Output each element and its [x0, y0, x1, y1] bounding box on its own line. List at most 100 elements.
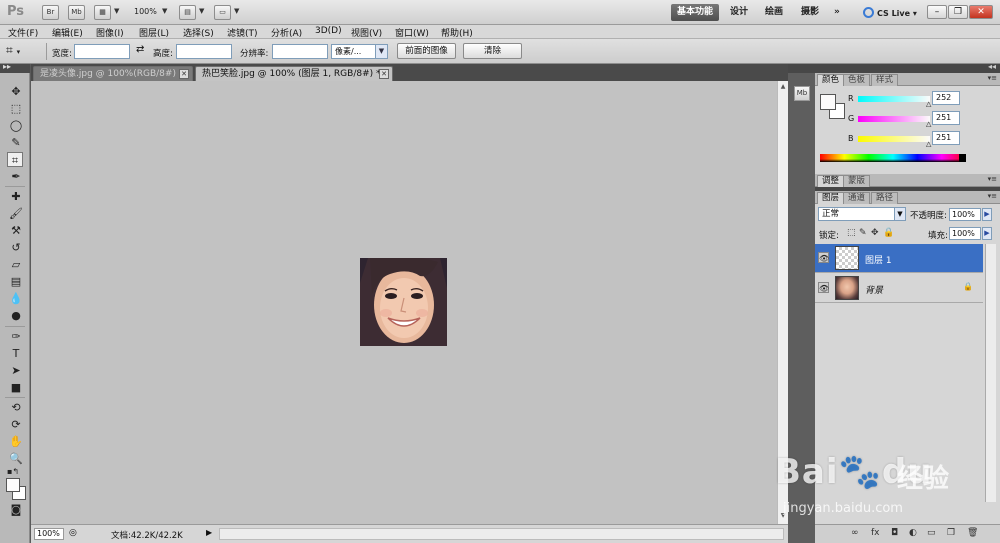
- dodge-tool-icon[interactable]: ●: [8, 308, 24, 323]
- dock-grip[interactable]: [788, 64, 815, 73]
- blue-value-input[interactable]: 251: [932, 131, 960, 145]
- red-value-input[interactable]: 252: [932, 91, 960, 105]
- zoom-level[interactable]: 100%: [134, 7, 157, 16]
- screen-mode-button[interactable]: ▭: [214, 5, 231, 20]
- slider-thumb-icon[interactable]: △: [926, 100, 931, 108]
- add-mask-icon[interactable]: ◘: [891, 528, 898, 538]
- brush-tool-icon[interactable]: 🖌: [8, 206, 24, 221]
- menu-image[interactable]: 图像(I): [96, 26, 124, 39]
- panel-menu-icon[interactable]: ▾≡: [988, 192, 997, 200]
- workspace-design[interactable]: 设计: [724, 4, 754, 21]
- opacity-slider-icon[interactable]: ▶: [982, 208, 992, 221]
- move-tool-icon[interactable]: ✥: [8, 84, 24, 99]
- height-input[interactable]: [176, 44, 232, 59]
- front-image-button[interactable]: 前面的图像: [397, 43, 456, 59]
- path-select-tool-icon[interactable]: ➤: [8, 363, 24, 378]
- tool-preset-picker[interactable]: ⌗ ▾: [6, 43, 42, 60]
- restore-button[interactable]: ❐: [948, 5, 968, 19]
- scroll-down-icon[interactable]: ▼: [778, 512, 788, 522]
- foreground-color[interactable]: [820, 94, 836, 110]
- lock-position-icon[interactable]: ✥: [871, 228, 879, 238]
- arrange-documents-button[interactable]: ▤: [179, 5, 196, 20]
- lock-transparent-icon[interactable]: ⬚: [847, 228, 856, 238]
- chevron-down-icon[interactable]: ▼: [114, 7, 119, 15]
- panel-grip[interactable]: ◂◂: [815, 62, 1000, 73]
- crop-tool-icon[interactable]: ⌗: [7, 152, 23, 167]
- canvas-area[interactable]: [31, 81, 777, 524]
- 3d-orbit-tool-icon[interactable]: ⟳: [8, 417, 24, 432]
- type-tool-icon[interactable]: T: [8, 346, 24, 361]
- tab-channels[interactable]: 通道: [843, 192, 871, 204]
- opacity-input[interactable]: 100%: [949, 208, 981, 221]
- fill-input[interactable]: 100%: [949, 227, 981, 240]
- layer-style-icon[interactable]: fx: [871, 528, 880, 538]
- menu-select[interactable]: 选择(S): [183, 26, 214, 39]
- bridge-button[interactable]: Br: [42, 5, 59, 20]
- horizontal-scrollbar[interactable]: [219, 528, 784, 540]
- layer-row-background[interactable]: 👁 背景 🔒: [815, 274, 983, 303]
- gradient-tool-icon[interactable]: ▤: [8, 274, 24, 289]
- clone-stamp-tool-icon[interactable]: ⚒: [8, 223, 24, 238]
- minimize-button[interactable]: –: [927, 5, 947, 19]
- cs-live-menu[interactable]: CS Live ▾: [863, 7, 917, 18]
- vertical-scrollbar[interactable]: ▲ ▼: [777, 81, 788, 524]
- menu-edit[interactable]: 编辑(E): [52, 26, 83, 39]
- new-group-icon[interactable]: ▭: [927, 528, 936, 538]
- close-icon[interactable]: ✕: [379, 69, 389, 79]
- layers-scrollbar[interactable]: [985, 244, 996, 502]
- resolution-input[interactable]: [272, 44, 328, 59]
- lock-all-icon[interactable]: 🔒: [883, 228, 894, 238]
- slider-thumb-icon[interactable]: △: [926, 140, 931, 148]
- shape-tool-icon[interactable]: ■: [8, 380, 24, 395]
- workspace-photography[interactable]: 摄影: [795, 4, 825, 21]
- mini-bridge-icon[interactable]: Mb: [794, 86, 810, 101]
- green-slider[interactable]: △: [858, 116, 931, 128]
- eraser-tool-icon[interactable]: ▱: [8, 257, 24, 272]
- view-extras-button[interactable]: ▦: [94, 5, 111, 20]
- menu-window[interactable]: 窗口(W): [395, 26, 429, 39]
- delete-layer-icon[interactable]: 🗑: [967, 528, 978, 538]
- lock-pixels-icon[interactable]: ✎: [859, 228, 867, 238]
- scroll-up-icon[interactable]: ▲: [778, 83, 788, 93]
- chevron-down-icon[interactable]: ▼: [199, 7, 204, 15]
- chevron-down-icon[interactable]: ▼: [162, 7, 167, 15]
- 3d-rotate-tool-icon[interactable]: ⟲: [8, 400, 24, 415]
- visibility-eye-icon[interactable]: 👁: [818, 282, 829, 293]
- menu-filter[interactable]: 滤镜(T): [227, 26, 258, 39]
- tab-swatches[interactable]: 色板: [843, 74, 871, 86]
- history-brush-tool-icon[interactable]: ↺: [8, 240, 24, 255]
- marquee-tool-icon[interactable]: ⬚: [8, 101, 24, 116]
- link-layers-icon[interactable]: ∞: [851, 528, 859, 538]
- workspace-essentials[interactable]: 基本功能: [671, 4, 720, 21]
- mini-bridge-button[interactable]: Mb: [68, 5, 85, 20]
- tab-layers[interactable]: 图层: [817, 192, 845, 204]
- lasso-tool-icon[interactable]: ◯: [8, 118, 24, 133]
- status-icon[interactable]: ◎: [69, 528, 77, 538]
- document-tab-1[interactable]: 是凌头像.jpg @ 100%(RGB/8#) * ✕: [33, 66, 193, 81]
- new-layer-icon[interactable]: ❐: [947, 528, 955, 538]
- menu-3d[interactable]: 3D(D): [315, 26, 342, 36]
- tab-paths[interactable]: 路径: [871, 192, 899, 204]
- fill-slider-icon[interactable]: ▶: [982, 227, 992, 240]
- toolbox-grip[interactable]: ▸▸: [0, 62, 30, 73]
- color-swatches[interactable]: [820, 94, 846, 120]
- clear-button[interactable]: 清除: [463, 43, 522, 59]
- red-slider[interactable]: △: [858, 96, 931, 108]
- tab-adjustments[interactable]: 调整: [817, 175, 845, 187]
- tab-masks[interactable]: 蒙版: [843, 175, 871, 187]
- hand-tool-icon[interactable]: ✋: [8, 434, 24, 449]
- adjustment-layer-icon[interactable]: ◐: [909, 528, 917, 538]
- pen-tool-icon[interactable]: ✑: [8, 329, 24, 344]
- panel-menu-icon[interactable]: ▾≡: [988, 74, 997, 82]
- eyedropper-tool-icon[interactable]: ✒: [8, 169, 24, 184]
- close-button[interactable]: ✕: [969, 5, 993, 19]
- black-swatch[interactable]: [959, 154, 966, 162]
- menu-layer[interactable]: 图层(L): [139, 26, 169, 39]
- workspace-painting[interactable]: 绘画: [759, 4, 789, 21]
- width-input[interactable]: [74, 44, 130, 59]
- visibility-eye-icon[interactable]: 👁: [818, 252, 829, 263]
- chevron-down-icon[interactable]: ▼: [234, 7, 239, 15]
- foreground-color-swatch[interactable]: [6, 478, 20, 492]
- status-menu-icon[interactable]: ▶: [206, 528, 212, 537]
- panel-menu-icon[interactable]: ▾≡: [988, 175, 997, 183]
